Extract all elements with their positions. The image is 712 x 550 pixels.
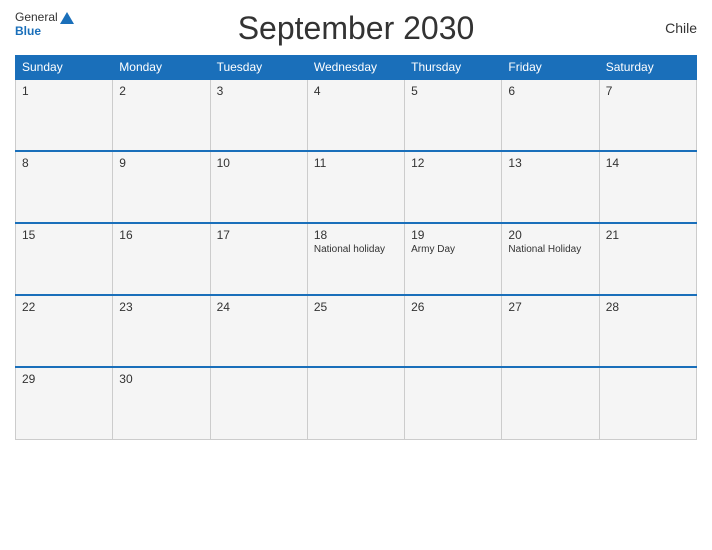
day-cell-w4-d2	[210, 367, 307, 439]
country-label: Chile	[665, 20, 697, 36]
day-cell-w0-d6: 7	[599, 79, 696, 151]
header-friday: Friday	[502, 56, 599, 80]
day-cell-w1-d1: 9	[113, 151, 210, 223]
day-number: 8	[22, 156, 106, 170]
day-cell-w0-d5: 6	[502, 79, 599, 151]
header-saturday: Saturday	[599, 56, 696, 80]
day-number: 14	[606, 156, 690, 170]
day-number: 18	[314, 228, 398, 242]
header-monday: Monday	[113, 56, 210, 80]
day-number: 27	[508, 300, 592, 314]
calendar-grid: Sunday Monday Tuesday Wednesday Thursday…	[15, 55, 697, 440]
header-thursday: Thursday	[405, 56, 502, 80]
week-row-2: 15 16 17 18 National holiday 19 Army Day 20 Nati…	[16, 223, 697, 295]
day-number: 15	[22, 228, 106, 242]
logo-general-text: General	[15, 10, 74, 24]
day-number: 16	[119, 228, 203, 242]
day-number: 21	[606, 228, 690, 242]
day-cell-w3-d5: 27	[502, 295, 599, 367]
day-cell-w4-d6	[599, 367, 696, 439]
day-number: 5	[411, 84, 495, 98]
day-cell-w2-d4: 19 Army Day	[405, 223, 502, 295]
day-number: 19	[411, 228, 495, 242]
day-cell-w0-d1: 2	[113, 79, 210, 151]
day-cell-w4-d4	[405, 367, 502, 439]
day-cell-w4-d1: 30	[113, 367, 210, 439]
day-number: 28	[606, 300, 690, 314]
day-number: 25	[314, 300, 398, 314]
day-number: 23	[119, 300, 203, 314]
logo-triangle-icon	[60, 12, 74, 24]
day-number: 6	[508, 84, 592, 98]
header-wednesday: Wednesday	[307, 56, 404, 80]
day-cell-w4-d3	[307, 367, 404, 439]
day-number: 1	[22, 84, 106, 98]
day-cell-w3-d2: 24	[210, 295, 307, 367]
week-row-4: 29 30	[16, 367, 697, 439]
day-cell-w0-d4: 5	[405, 79, 502, 151]
event-label: Army Day	[411, 244, 495, 255]
day-cell-w2-d5: 20 National Holiday	[502, 223, 599, 295]
day-number: 9	[119, 156, 203, 170]
day-cell-w2-d0: 15	[16, 223, 113, 295]
logo: General Blue	[15, 10, 74, 38]
day-cell-w1-d3: 11	[307, 151, 404, 223]
week-row-1: 89 10 11 12 13 14	[16, 151, 697, 223]
day-number: 11	[314, 156, 398, 170]
day-number: 12	[411, 156, 495, 170]
day-number: 2	[119, 84, 203, 98]
day-cell-w1-d2: 10	[210, 151, 307, 223]
header-sunday: Sunday	[16, 56, 113, 80]
day-cell-w2-d1: 16	[113, 223, 210, 295]
day-number: 24	[217, 300, 301, 314]
day-cell-w0-d0: 1	[16, 79, 113, 151]
day-number: 22	[22, 300, 106, 314]
day-cell-w0-d3: 4	[307, 79, 404, 151]
day-number: 17	[217, 228, 301, 242]
calendar-header: General Blue September 2030 Chile	[15, 10, 697, 47]
day-number: 13	[508, 156, 592, 170]
day-number: 10	[217, 156, 301, 170]
day-cell-w4-d5	[502, 367, 599, 439]
day-cell-w2-d2: 17	[210, 223, 307, 295]
day-cell-w1-d5: 13	[502, 151, 599, 223]
day-cell-w1-d4: 12	[405, 151, 502, 223]
day-number: 4	[314, 84, 398, 98]
logo-blue-text: Blue	[15, 24, 41, 38]
week-row-0: 1234567	[16, 79, 697, 151]
day-cell-w1-d6: 14	[599, 151, 696, 223]
event-label: National Holiday	[508, 244, 592, 255]
day-cell-w1-d0: 8	[16, 151, 113, 223]
day-number: 3	[217, 84, 301, 98]
day-number: 30	[119, 372, 203, 386]
day-cell-w4-d0: 29	[16, 367, 113, 439]
day-number: 7	[606, 84, 690, 98]
header-tuesday: Tuesday	[210, 56, 307, 80]
day-cell-w3-d1: 23	[113, 295, 210, 367]
day-cell-w2-d6: 21	[599, 223, 696, 295]
day-cell-w3-d0: 22	[16, 295, 113, 367]
week-row-3: 22 23 24 25 26 27 28	[16, 295, 697, 367]
day-cell-w3-d6: 28	[599, 295, 696, 367]
event-label: National holiday	[314, 244, 398, 255]
day-number: 20	[508, 228, 592, 242]
day-cell-w3-d3: 25	[307, 295, 404, 367]
day-number: 26	[411, 300, 495, 314]
day-cell-w0-d2: 3	[210, 79, 307, 151]
day-cell-w2-d3: 18 National holiday	[307, 223, 404, 295]
day-number: 29	[22, 372, 106, 386]
day-cell-w3-d4: 26	[405, 295, 502, 367]
weekday-header-row: Sunday Monday Tuesday Wednesday Thursday…	[16, 56, 697, 80]
calendar-container: General Blue September 2030 Chile Sunday…	[0, 0, 712, 550]
calendar-title: September 2030	[238, 10, 475, 47]
